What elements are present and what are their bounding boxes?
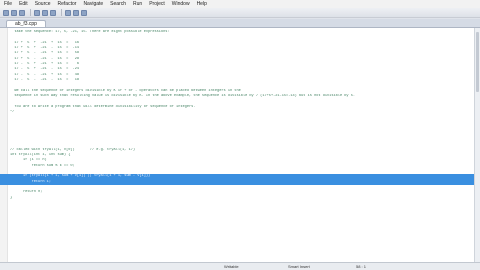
menu-item-help[interactable]: Help xyxy=(197,1,207,7)
scrollbar-thumb[interactable] xyxy=(476,32,479,92)
status-insert-mode: Smart Insert xyxy=(288,264,310,269)
menu-item-search[interactable]: Search xyxy=(110,1,126,7)
menu-item-file[interactable]: File xyxy=(4,1,12,7)
debug-icon[interactable] xyxy=(42,9,48,16)
code-line[interactable]: } xyxy=(10,196,470,201)
code-editor[interactable]: take the sequence: 17, 5, -21, 15. There… xyxy=(0,28,474,262)
new-file-icon[interactable] xyxy=(3,9,9,16)
vertical-scrollbar[interactable] xyxy=(474,28,480,262)
status-bar: Writable Smart Insert 58 : 1 xyxy=(0,262,480,270)
back-icon[interactable] xyxy=(73,9,79,16)
menu-item-refactor[interactable]: Refactor xyxy=(58,1,77,7)
toolbar-separator xyxy=(61,9,62,16)
toolbar-separator xyxy=(30,9,31,16)
editor-tab-bar: ab_f3.cpp xyxy=(0,19,480,28)
menu-item-edit[interactable]: Edit xyxy=(19,1,28,7)
run-icon[interactable] xyxy=(50,9,56,16)
menu-item-project[interactable]: Project xyxy=(149,1,165,7)
toolbar xyxy=(0,8,480,18)
print-icon[interactable] xyxy=(19,9,25,16)
status-writable: Writable xyxy=(224,264,239,269)
menu-item-navigate[interactable]: Navigate xyxy=(83,1,103,7)
menu-item-source[interactable]: Source xyxy=(35,1,51,7)
editor-tab[interactable]: ab_f3.cpp xyxy=(6,20,46,27)
status-cursor-position: 58 : 1 xyxy=(356,264,367,269)
code-area[interactable]: take the sequence: 17, 5, -21, 15. There… xyxy=(0,30,474,201)
menu-item-window[interactable]: Window xyxy=(172,1,190,7)
save-icon[interactable] xyxy=(11,9,17,16)
menu-item-run[interactable]: Run xyxy=(133,1,142,7)
search-icon[interactable] xyxy=(65,9,71,16)
forward-icon[interactable] xyxy=(81,9,87,16)
editor-gutter xyxy=(0,28,8,262)
menu-bar: File Edit Source Refactor Navigate Search Run P… xyxy=(0,0,480,8)
build-icon[interactable] xyxy=(34,9,40,16)
